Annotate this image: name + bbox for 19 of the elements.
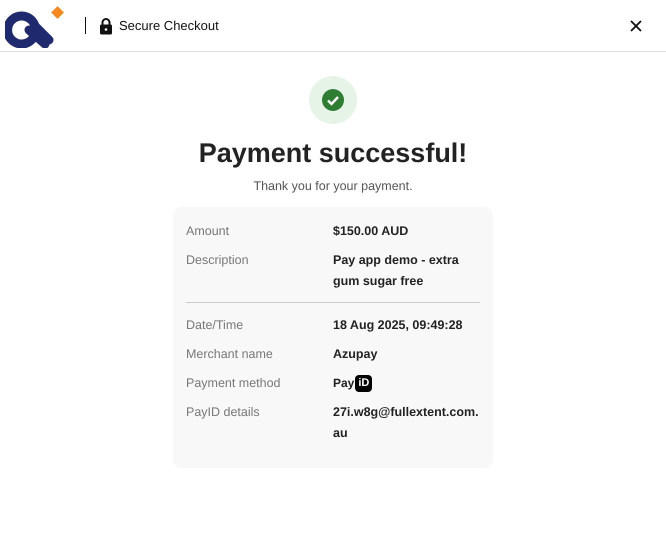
- detail-value: Azupay: [333, 346, 378, 363]
- detail-value: Pay app demo - extra gum sugar free: [333, 252, 460, 290]
- detail-label: Description: [186, 252, 250, 269]
- header-title: Secure Checkout: [119, 18, 219, 33]
- detail-value: 18 Aug 2025, 09:49:28: [333, 317, 464, 334]
- detail-value: 27i.w8g@fullextent.com.au: [333, 404, 480, 442]
- detail-label: Amount: [186, 223, 230, 240]
- detail-label: Merchant name: [186, 346, 274, 363]
- detail-label: PayID details: [186, 404, 261, 421]
- close-icon: [630, 20, 642, 32]
- status-title: Payment successful!: [198, 138, 468, 169]
- payment-logo-text: Pay: [333, 375, 354, 392]
- lock-icon: [99, 16, 113, 34]
- check-icon: [322, 89, 344, 111]
- payment-logo-badge: iD: [355, 375, 372, 392]
- detail-label: Payment method: [186, 375, 282, 392]
- detail-value: $150.00 AUD: [333, 223, 410, 240]
- detail-label: Date/Time: [186, 317, 244, 334]
- status-message: Thank you for your payment.: [253, 179, 413, 193]
